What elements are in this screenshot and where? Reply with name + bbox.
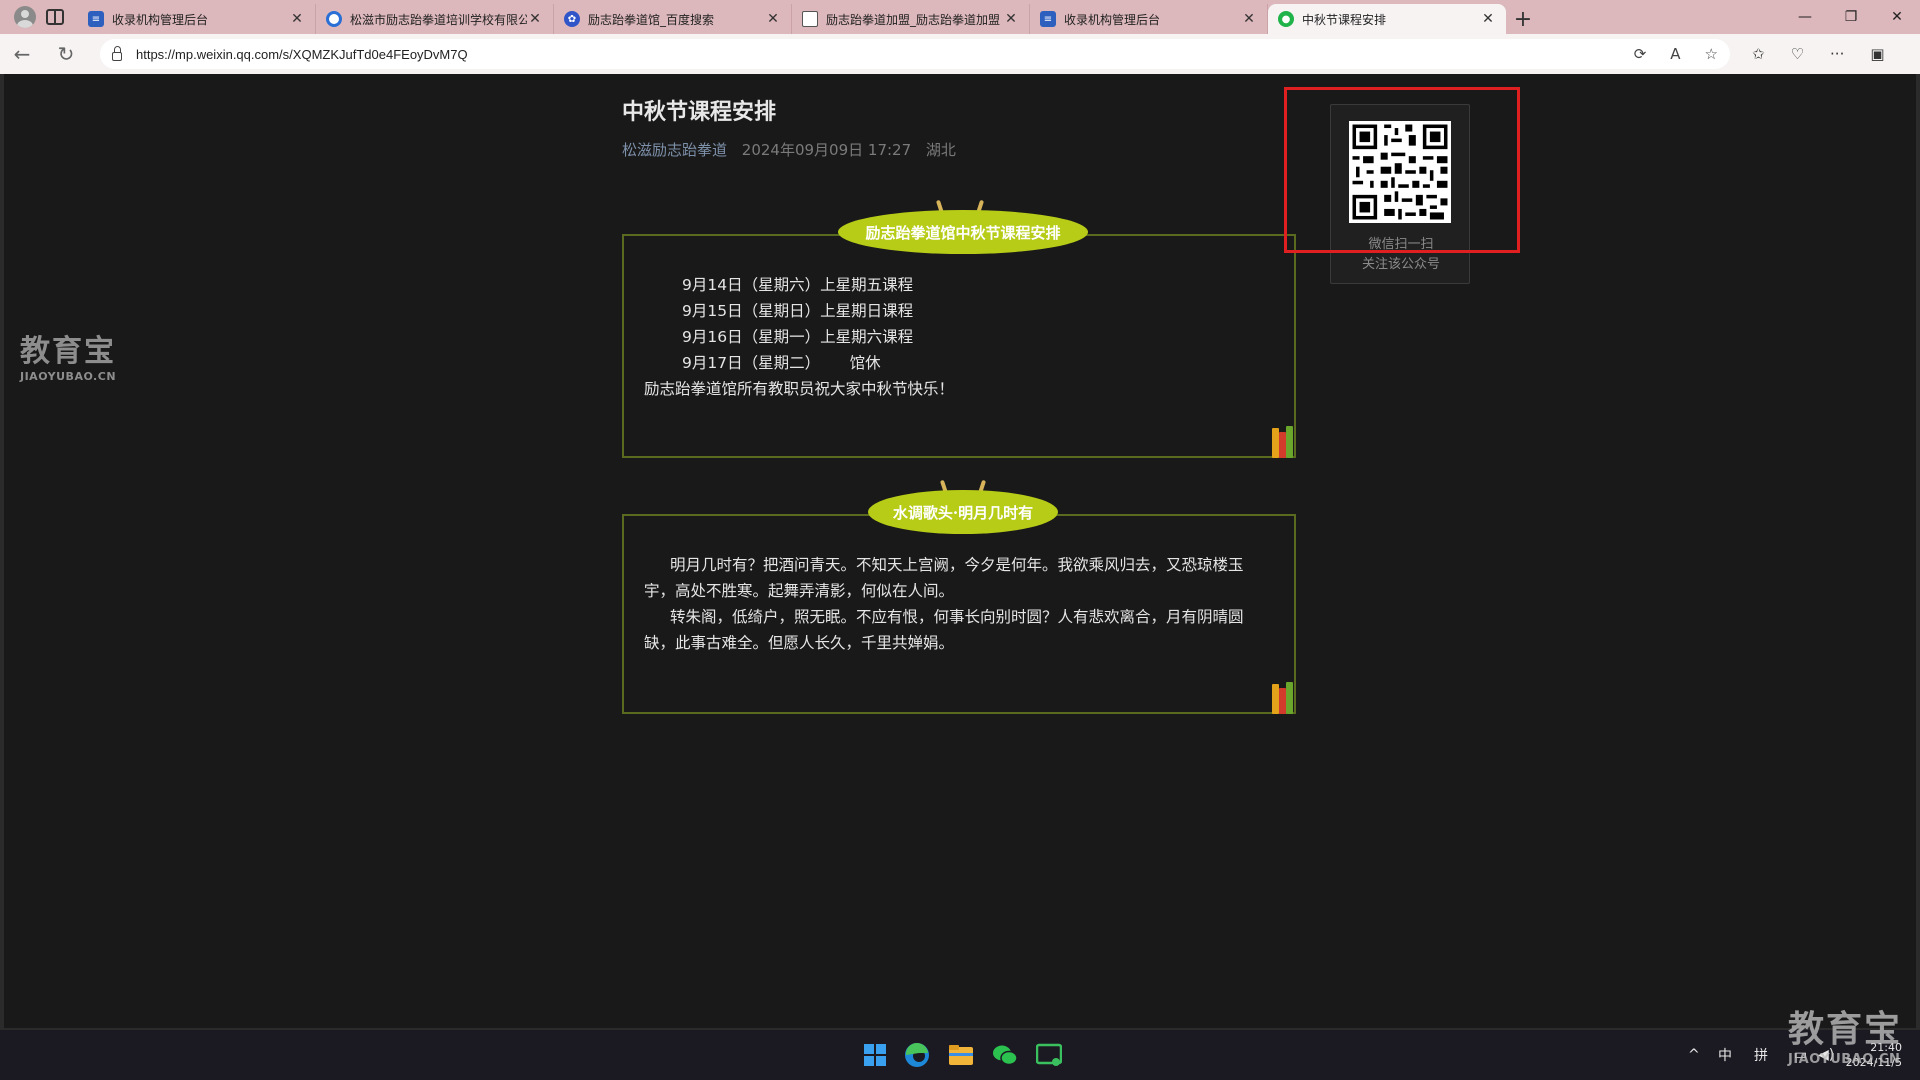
file-explorer-icon[interactable] xyxy=(944,1038,978,1072)
tab-3[interactable]: ✿ 励志跆拳道馆_百度搜索 ✕ xyxy=(554,4,792,34)
article-location: 湖北 xyxy=(925,141,956,159)
edge-icon[interactable] xyxy=(900,1038,934,1072)
tab-title: 松滋市励志跆拳道培训学校有限公 xyxy=(350,12,527,27)
ime-mode[interactable]: 中 xyxy=(1718,1030,1732,1080)
favorite-star-icon[interactable]: ☆ xyxy=(1705,45,1718,63)
read-aloud-icon[interactable]: A xyxy=(1670,45,1680,63)
close-icon[interactable]: ✕ xyxy=(1480,11,1496,27)
tray-overflow-icon[interactable]: ^ xyxy=(1688,1030,1700,1080)
schedule-section: 励志跆拳道馆中秋节课程安排 9月14日（星期六）上星期五课程 9月15日（星期日… xyxy=(622,199,1296,458)
close-icon[interactable]: ✕ xyxy=(1241,11,1257,27)
document-icon xyxy=(802,11,818,27)
search-engine-icon xyxy=(326,11,342,27)
tab-4[interactable]: 励志跆拳道加盟_励志跆拳道加盟 ✕ xyxy=(792,4,1030,34)
watermark-name: 教育宝 xyxy=(1787,1009,1902,1050)
taskbar: ^ 中 拼 ▭ ◀) 21:40 2024/11/5 xyxy=(0,1030,1920,1080)
tab-5[interactable]: ≡ 收录机构管理后台 ✕ xyxy=(1030,4,1268,34)
back-icon[interactable]: ← xyxy=(0,42,44,66)
favorites-icon[interactable]: ✩ xyxy=(1752,45,1765,63)
ime-pinyin[interactable]: 拼 xyxy=(1754,1030,1768,1080)
watermark-logo-corner: 教育宝 JIAOYUBAO.CN xyxy=(1788,1000,1902,1067)
close-icon[interactable]: ✕ xyxy=(289,11,305,27)
poem-section: 水调歌头·明月几时有 明月几时有？把酒问青天。不知天上宫阙，今夕是何年。我欲乘风… xyxy=(622,479,1296,714)
more-menu-icon[interactable]: ··· xyxy=(1830,45,1844,63)
highlight-box xyxy=(1284,87,1520,253)
schedule-line: 9月16日（星期一）上星期六课程 xyxy=(682,328,914,346)
schedule-line: 9月17日（星期二） 馆休 xyxy=(682,354,881,372)
refresh-icon[interactable]: ↻ xyxy=(44,42,88,66)
article-author-link[interactable]: 松滋励志跆拳道 xyxy=(622,141,727,159)
page-viewport: 教育宝 JIAOYUBAO.CN 中秋节课程安排 松滋励志跆拳道 2024年09… xyxy=(4,74,1916,1028)
close-icon[interactable]: ✕ xyxy=(765,11,781,27)
terminal-icon[interactable] xyxy=(1032,1038,1066,1072)
address-bar[interactable]: https://mp.weixin.qq.com/s/XQMZKJufTd0e4… xyxy=(100,39,1730,69)
tab-title: 收录机构管理后台 xyxy=(112,12,209,27)
baidu-paw-icon: ✿ xyxy=(564,11,580,27)
section-heading: 励志跆拳道馆中秋节课程安排 xyxy=(838,210,1088,254)
close-icon[interactable]: ✕ xyxy=(1003,11,1019,27)
tab-title: 中秋节课程安排 xyxy=(1302,12,1387,27)
watermark-logo: 教育宝 JIAOYUBAO.CN xyxy=(20,326,116,383)
schedule-line: 9月15日（星期日）上星期日课程 xyxy=(682,302,914,320)
qr-caption-line2: 关注该公众号 xyxy=(1361,257,1440,272)
url-text[interactable]: https://mp.weixin.qq.com/s/XQMZKJufTd0e4… xyxy=(136,47,1634,62)
browser-essentials-icon[interactable]: ♡ xyxy=(1791,45,1804,63)
wechat-icon: ● xyxy=(1278,11,1294,27)
new-tab-button[interactable]: + xyxy=(1506,4,1540,34)
schedule-line: 9月14日（星期六）上星期五课程 xyxy=(682,276,914,294)
poem-text: 明月几时有？把酒问青天。不知天上宫阙，今夕是何年。我欲乘风归去，又恐琼楼玉宇，高… xyxy=(644,552,1274,656)
watermark-domain: JIAOYUBAO.CN xyxy=(20,370,117,383)
profile-avatar[interactable] xyxy=(14,6,36,28)
poem-paragraph: 转朱阁，低绮户，照无眠。不应有恨，何事长向别时圆？人有悲欢离合，月有阴晴圆缺，此… xyxy=(644,608,1244,652)
closing-greeting: 励志跆拳道馆所有教职员祝大家中秋节快乐！ xyxy=(644,380,955,398)
admin-icon: ≡ xyxy=(1040,11,1056,27)
section-heading: 水调歌头·明月几时有 xyxy=(868,490,1058,534)
browser-toolbar: ← ↻ https://mp.weixin.qq.com/s/XQMZKJufT… xyxy=(0,34,1920,74)
schedule-text: 9月14日（星期六）上星期五课程 9月15日（星期日）上星期日课程 9月16日（… xyxy=(644,272,954,402)
translate-icon[interactable]: ⟳ xyxy=(1634,45,1647,63)
article-meta: 松滋励志跆拳道 2024年09月09日 17:27 湖北 xyxy=(622,139,966,160)
article-title: 中秋节课程安排 xyxy=(622,100,777,125)
tab-title: 励志跆拳道加盟_励志跆拳道加盟 xyxy=(826,12,1001,27)
article-date: 2024年09月09日 17:27 xyxy=(741,141,912,159)
watermark-domain: JIAOYUBAO.CN xyxy=(1787,1052,1901,1067)
books-icon xyxy=(1270,424,1296,458)
admin-icon: ≡ xyxy=(88,11,104,27)
minimize-icon[interactable]: — xyxy=(1782,0,1828,34)
sidebar-toggle-icon[interactable]: ▣ xyxy=(1870,45,1884,63)
tab-1[interactable]: ≡ 收录机构管理后台 ✕ xyxy=(78,4,316,34)
restore-icon[interactable]: ❐ xyxy=(1828,0,1874,34)
windows-start-icon[interactable] xyxy=(858,1038,892,1072)
wechat-icon[interactable] xyxy=(988,1038,1022,1072)
close-window-icon[interactable]: ✕ xyxy=(1874,0,1920,34)
books-icon xyxy=(1270,680,1296,714)
tab-strip: ≡ 收录机构管理后台 ✕ 松滋市励志跆拳道培训学校有限公 ✕ ✿ 励志跆拳道馆_… xyxy=(0,0,1920,34)
tab-title: 收录机构管理后台 xyxy=(1064,12,1161,27)
tab-title: 励志跆拳道馆_百度搜索 xyxy=(588,12,715,27)
tab-2[interactable]: 松滋市励志跆拳道培训学校有限公 ✕ xyxy=(316,4,554,34)
tab-6-active[interactable]: ● 中秋节课程安排 ✕ xyxy=(1268,4,1506,34)
tab-actions-icon[interactable] xyxy=(46,9,64,25)
close-icon[interactable]: ✕ xyxy=(527,11,543,27)
lock-icon[interactable] xyxy=(112,45,122,61)
watermark-name: 教育宝 xyxy=(20,334,116,369)
poem-paragraph: 明月几时有？把酒问青天。不知天上宫阙，今夕是何年。我欲乘风归去，又恐琼楼玉宇，高… xyxy=(644,556,1244,600)
